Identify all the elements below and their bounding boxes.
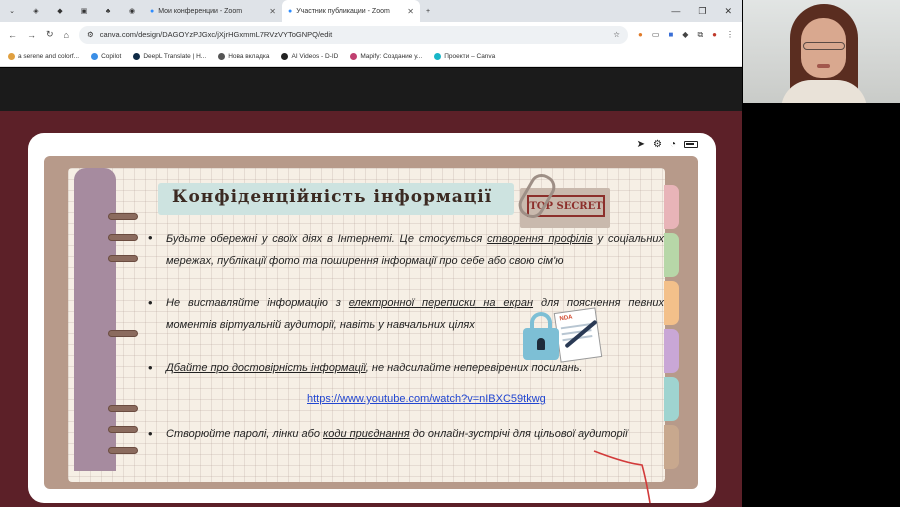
canva-dark-toolbar	[0, 68, 742, 111]
binder-ring	[108, 255, 138, 262]
wifi-icon: ◔	[669, 139, 676, 150]
pinned-tab-icon[interactable]: ◈	[24, 0, 48, 22]
bullet-text: Створюйте паролі, лінки або коди приєдна…	[166, 428, 628, 440]
binder-ring	[108, 330, 138, 337]
zoom-icon: ●	[150, 7, 155, 15]
new-tab-button[interactable]: +	[420, 0, 436, 22]
side-tab	[664, 377, 679, 421]
bookmark-item[interactable]: Copilot	[91, 53, 121, 60]
annotation-stroke	[593, 450, 651, 504]
bookmark-favicon-icon	[8, 53, 15, 60]
address-toolbar: ← → ↻ ⌂ ⚙ canva.com/design/DAGOYzPJGxc/j…	[0, 22, 742, 47]
keyhole-icon	[537, 338, 545, 350]
translate-icon[interactable]: ■	[668, 30, 673, 40]
bookmark-item[interactable]: Нова вкладка	[218, 53, 269, 60]
binder-ring	[108, 234, 138, 241]
bullet-icon: •	[148, 426, 153, 441]
bookmark-star-icon[interactable]: ☆	[613, 30, 620, 39]
text-link[interactable]: створення профілів	[487, 233, 593, 245]
binder-ring	[108, 405, 138, 412]
tab-zoom-conferences[interactable]: ● Мои конференции - Zoom ✕	[144, 0, 282, 22]
pinned-tab-icon[interactable]: ◉	[120, 0, 144, 22]
gear-icon: ⚙	[652, 139, 662, 150]
side-tab	[664, 329, 679, 373]
side-tab	[664, 425, 679, 469]
restore-icon[interactable]: ❐	[698, 6, 706, 17]
close-icon[interactable]: ✕	[269, 7, 276, 16]
mouth	[817, 64, 830, 68]
bullet-text: Будьте обережні у своїх діях в Інтернеті…	[166, 233, 664, 267]
bookmark-item[interactable]: DeepL Translate | Н...	[133, 53, 206, 60]
glasses	[803, 42, 845, 50]
nda-lock-illustration: NDA	[523, 307, 607, 363]
binder-ring	[108, 213, 138, 220]
extension-icon[interactable]: ▭	[652, 30, 660, 40]
bookmark-item[interactable]: a serene and colorf...	[8, 53, 79, 60]
menu-icon[interactable]: ⋮	[726, 30, 734, 40]
tablet-status-icons: ➤ ⚙ ◔	[637, 139, 698, 150]
location-arrow-icon: ➤	[636, 139, 645, 150]
bookmark-item[interactable]: AI Videos - D-ID	[281, 53, 338, 60]
pinned-tab-icon[interactable]: ◆	[48, 0, 72, 22]
binder-ring	[108, 426, 138, 433]
forward-icon[interactable]: →	[27, 30, 36, 40]
back-icon[interactable]: ←	[8, 30, 17, 40]
bookmark-favicon-icon	[281, 53, 289, 60]
pinned-tab-icon[interactable]: ♣	[96, 0, 120, 22]
side-tab	[664, 185, 679, 229]
bookmark-item[interactable]: Mapify: Создание у...	[350, 53, 422, 60]
side-tab	[664, 233, 679, 277]
bookmarks-bar: a serene and colorf... Copilot DeepL Tra…	[0, 47, 742, 67]
pinned-tab-icon[interactable]: ▣	[72, 0, 96, 22]
zoom-icon: ●	[288, 7, 293, 15]
bullet-icon: •	[148, 295, 153, 310]
close-window-icon[interactable]: ✕	[724, 6, 732, 17]
bookmark-favicon-icon	[133, 53, 141, 60]
side-tab	[664, 281, 679, 325]
extension-icon[interactable]: ●	[638, 30, 643, 40]
minimize-icon[interactable]: —	[671, 6, 680, 17]
profile-avatar[interactable]: ●	[712, 30, 717, 40]
bookmark-favicon-icon	[91, 53, 99, 60]
youtube-link[interactable]: https://www.youtube.com/watch?v=nIBXC59t…	[307, 393, 546, 405]
close-icon[interactable]: ✕	[407, 7, 414, 16]
tab-zoom-publication[interactable]: ● Участник публикации - Zoom ✕	[282, 0, 420, 22]
bookmark-item[interactable]: Проекти – Canva	[434, 53, 495, 60]
home-icon[interactable]: ⌂	[64, 30, 69, 40]
slide-title: Конфіденційність інформації	[172, 187, 493, 207]
reload-icon[interactable]: ↻	[46, 29, 54, 40]
bullet-icon: •	[148, 230, 153, 245]
bookmark-favicon-icon	[218, 53, 226, 60]
url-field[interactable]: ⚙ canva.com/design/DAGOYzPJGxc/jXjrHGxmm…	[78, 25, 629, 44]
tab-list-icon[interactable]: ⌄	[0, 0, 24, 22]
browser-tab-bar: ⌄ ◈ ◆ ▣ ♣ ◉ ● Мои конференции - Zoom ✕ ●…	[0, 0, 742, 22]
bookmark-favicon-icon	[434, 53, 442, 60]
screen: ⌄ ◈ ◆ ▣ ♣ ◉ ● Мои конференции - Zoom ✕ ●…	[0, 0, 900, 507]
text-link[interactable]: електронної переписки на екран	[349, 297, 533, 309]
participant-video[interactable]	[743, 0, 900, 103]
text-link[interactable]: Дбайте про достовірність інформації	[166, 362, 366, 374]
binder-ring	[108, 447, 138, 454]
battery-icon	[684, 141, 698, 148]
extension-icon[interactable]: ◆	[682, 30, 688, 40]
bookmark-favicon-icon	[350, 53, 358, 60]
extensions-puzzle-icon[interactable]: ⧉	[697, 30, 703, 40]
text-link[interactable]: коди приєднання	[323, 428, 410, 440]
bullet-icon: •	[148, 360, 153, 375]
site-info-icon[interactable]: ⚙	[87, 30, 94, 39]
